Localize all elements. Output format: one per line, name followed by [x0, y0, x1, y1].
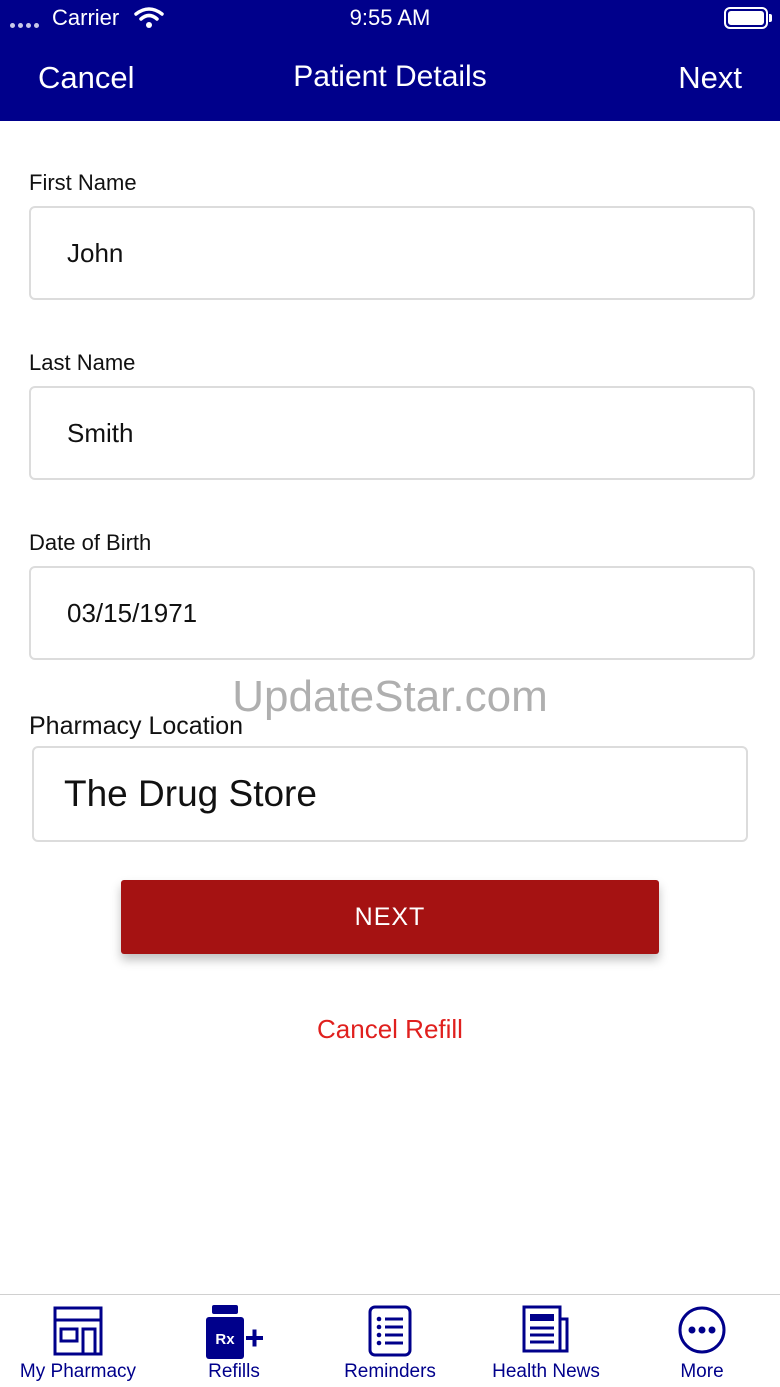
list-icon [368, 1305, 412, 1357]
app-header: Carrier 9:55 AM Cancel Patient Details N… [0, 0, 780, 121]
tab-label: Health News [492, 1361, 600, 1382]
tab-reminders[interactable]: Reminders [312, 1295, 468, 1387]
next-button[interactable]: NEXT [121, 880, 659, 954]
rx-bottle-icon: Rx [206, 1305, 263, 1359]
status-bar: Carrier 9:55 AM [0, 0, 780, 40]
first-name-label: First Name [29, 170, 137, 195]
tab-label: Reminders [344, 1361, 436, 1382]
dob-input[interactable] [29, 566, 755, 660]
battery-icon [724, 7, 768, 29]
tab-label: More [680, 1361, 724, 1382]
status-time: 9:55 AM [349, 5, 431, 30]
tab-my-pharmacy[interactable]: My Pharmacy [0, 1295, 156, 1387]
battery-tip [769, 14, 772, 22]
dob-label: Date of Birth [29, 530, 152, 555]
tab-label: My Pharmacy [19, 1361, 137, 1382]
tab-refills[interactable]: Rx Refills [156, 1295, 312, 1387]
rx-badge-text: Rx [215, 1331, 235, 1348]
first-name-input[interactable] [29, 206, 755, 300]
store-icon [53, 1306, 103, 1356]
last-name-input[interactable] [29, 386, 755, 480]
newspaper-icon [522, 1305, 569, 1353]
tab-bar: My Pharmacy Rx Refills Reminders Health … [0, 1294, 780, 1387]
pharmacy-location-label: Pharmacy Location [29, 712, 244, 740]
tab-more[interactable]: More [624, 1295, 780, 1387]
pharmacy-location-input[interactable] [32, 746, 748, 842]
nav-cancel-button[interactable]: Cancel [38, 60, 135, 96]
more-dots-icon [678, 1306, 726, 1354]
tab-health-news[interactable]: Health News [468, 1295, 624, 1387]
cancel-refill-link[interactable]: Cancel Refill [0, 1014, 780, 1045]
tab-label: Refills [208, 1361, 260, 1382]
last-name-label: Last Name [29, 350, 136, 375]
nav-next-button[interactable]: Next [678, 60, 742, 96]
